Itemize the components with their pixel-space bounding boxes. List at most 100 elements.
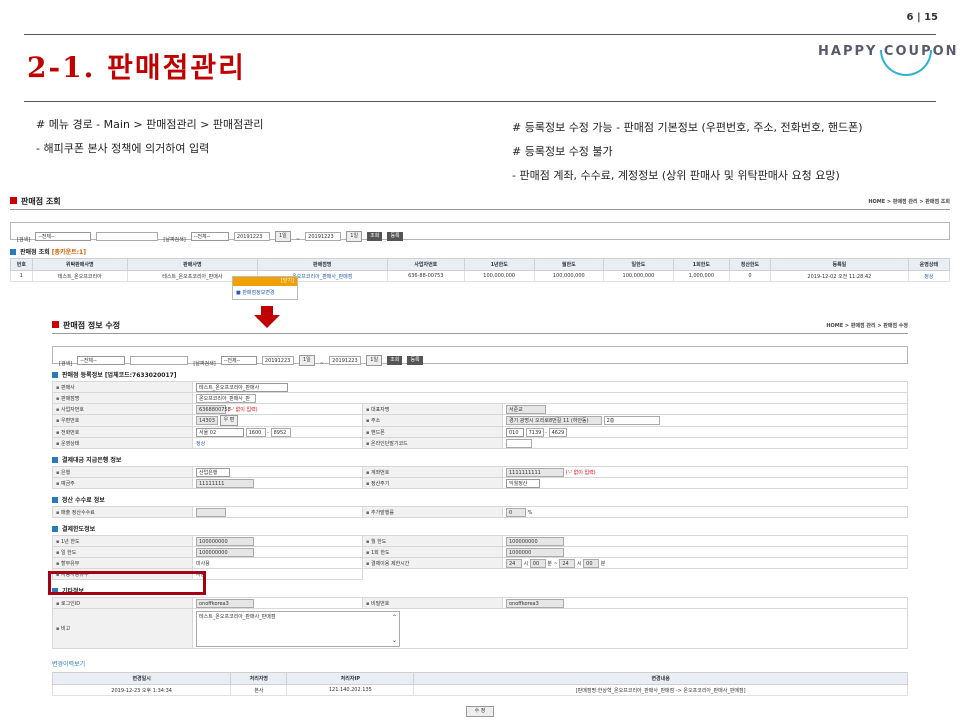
popup-close[interactable]: [닫기] [233, 277, 297, 286]
fee-input [196, 507, 226, 517]
history-column-header: 처리자IP [286, 672, 415, 685]
date-to-input[interactable]: 20191223 [329, 356, 362, 365]
history-cell: [판매점명:한상혁_온오프코리아_판매사_판매점 -> 온오프코리아_판매사_판… [413, 684, 908, 696]
fee-label: 매출 정산수수료 [52, 506, 193, 518]
popup-item-label: 판매점정보변경 [242, 290, 275, 296]
store-name-label: 판매점명 [52, 392, 193, 404]
percent-sign: % [527, 509, 533, 516]
seller-select[interactable]: 테스트_온오프코리아_판매사 [196, 382, 288, 392]
time-unit-1: 시 [523, 560, 529, 567]
cycle-select[interactable]: 익월정산 [506, 478, 540, 488]
popup-menu-item[interactable]: ■ 판매점정보변경 [233, 286, 297, 299]
date-select[interactable]: --전체-- [220, 356, 257, 365]
biz-no-note: ('-' 없이 입력) [227, 406, 258, 413]
mobile-prefix-select[interactable]: 010 [506, 427, 524, 437]
history-link[interactable]: 변경이력보기 [52, 659, 908, 668]
register-button[interactable]: 등록 [407, 356, 423, 365]
save-button[interactable]: 수 정 [465, 706, 495, 717]
square-icon [10, 248, 16, 255]
column-header: 운영상태 [907, 258, 951, 271]
memo-text: 테스트_온오프코리아_판매사_판매점 [199, 613, 276, 620]
biz-no-label: 사업자번호 [52, 403, 193, 415]
table-cell: 테스트_온오프코리아 [31, 270, 128, 282]
square-icon [52, 321, 59, 328]
login-id-label: 로그인ID [52, 597, 193, 609]
mobile-end-input[interactable]: 4629 [548, 427, 567, 437]
day-limit-label: 일 한도 [52, 546, 193, 558]
zip-search-button[interactable]: 우 편 [219, 415, 239, 426]
installment-label: 할부유무 [52, 557, 193, 569]
scroll-down-icon[interactable]: ⌄ [392, 637, 397, 644]
column-header: 판매사명 [126, 258, 258, 271]
column-header: 사업자번호 [386, 258, 465, 271]
date-from-input[interactable]: 20191223 [261, 356, 294, 365]
tel-area-select[interactable]: 서울 02 [196, 427, 244, 437]
day-button[interactable]: 1일 [298, 355, 315, 366]
list-header: 판매점 조회 HOME > 판매점 관리 > 판매점 조회 [10, 196, 950, 210]
tel-mid-input[interactable]: 1600 [245, 427, 266, 437]
holder-label: 예금주 [52, 477, 193, 489]
search-input[interactable] [96, 232, 159, 241]
column-header: 1회한도 [672, 258, 730, 271]
edit-title: 판매점 정보 수정 [52, 320, 120, 331]
store-name-input[interactable]: 온오프코리아_판매사_판 [196, 393, 256, 403]
account-note: ('-' 없이 입력) [565, 469, 596, 476]
bank-title-text: 결제대금 지급은행 정보 [62, 457, 122, 464]
scroll-up-icon[interactable]: ⌃ [392, 614, 397, 621]
search-label: [검색] [17, 237, 31, 243]
search-input[interactable] [130, 356, 189, 365]
list-title: 판매점 조회 [10, 196, 61, 207]
search-button[interactable]: 조회 [387, 356, 403, 365]
bank-select[interactable]: 산업은행 [196, 467, 230, 477]
search-button[interactable]: 조회 [367, 232, 383, 241]
address-detail-input[interactable]: 2층 [603, 416, 660, 425]
address-input: 경기 광명시 오리로8번길 11 (하안동) [506, 416, 602, 425]
account-label: 계좌번호 [362, 466, 503, 478]
context-popup: [닫기] ■ 판매점정보변경 [232, 276, 298, 300]
tel-end-input[interactable]: 8952 [270, 427, 291, 437]
date-from-input[interactable]: 20191223 [233, 232, 270, 241]
column-header: 위탁판매사명 [31, 258, 128, 271]
search-select[interactable]: --전체-- [77, 356, 126, 365]
column-header: 월한도 [533, 258, 605, 271]
memo-textarea[interactable]: 테스트_온오프코리아_판매사_판매점 ⌃ ⌄ [196, 610, 400, 647]
reg-section-title: 판매점 등록정보 [업체코드:7633020017] [52, 370, 908, 379]
year-limit-label: 1년 한도 [52, 535, 193, 547]
list-title-text: 판매점 조회 [21, 197, 61, 206]
time-limit-label: 결제이용 제한시간 [362, 557, 503, 569]
once-limit-input: 1000000 [506, 547, 564, 557]
etc-form-table: 로그인IDonoffkorea3비밀번호onoffkorea3 비고테스트_온오… [52, 597, 908, 649]
memo-label: 비고 [52, 608, 193, 649]
month-limit-label: 월 한도 [362, 535, 503, 547]
happy-coupon-logo: HAPPY COUPON [818, 44, 959, 76]
column-header: 등록일 [770, 258, 909, 271]
logo-smile-icon [880, 50, 932, 76]
reg-form-table: 판매사테스트_온오프코리아_판매사 판매점명온오프코리아_판매사_판 사업자번호… [52, 381, 908, 449]
table-cell: 0 [728, 270, 772, 282]
table-cell: 100,000,000 [603, 270, 674, 282]
list-screen: 판매점 조회 HOME > 판매점 관리 > 판매점 조회 [검색] --전체-… [10, 196, 951, 282]
biz-no-input: 6368800753 [196, 404, 231, 414]
date-select[interactable]: --전체-- [190, 232, 229, 241]
online-code-input[interactable] [506, 438, 532, 448]
store-list-table: 번호 위탁판매사명 판매사명 판매점명 사업자번호 1년한도 월한도 일한도 1회한도 정산한도 등… [10, 258, 951, 282]
date-search-label: [날짜검색] [163, 237, 186, 243]
mobile-mid-input[interactable]: 7139 [525, 427, 544, 437]
day-button[interactable]: 1일 [274, 231, 291, 242]
note-right-1: # 등록정보 수정 가능 - 판매점 기본정보 (우편번호, 주소, 전화번호,… [512, 121, 863, 134]
password-label: 비밀번호 [362, 597, 503, 609]
history-column-header: 변경일시 [51, 672, 232, 685]
register-button[interactable]: 등록 [387, 232, 403, 241]
limit-title-text: 결제한도정보 [62, 526, 96, 533]
day-button-2[interactable]: 1일 [346, 231, 363, 242]
day-button-2[interactable]: 1일 [366, 355, 383, 366]
date-to-input[interactable]: 20191223 [305, 232, 342, 241]
search-select[interactable]: --전체-- [35, 232, 92, 241]
square-icon [52, 525, 58, 532]
table-cell: 100,000,000 [533, 270, 605, 282]
table-row: 1 테스트_온오프코리아 테스트_온오프코리아_판매사 온오프코리아_판매사_판매점 6… [10, 270, 951, 282]
account-input: 1111111111 [506, 467, 564, 477]
column-header: 일한도 [603, 258, 674, 271]
edit-breadcrumb: HOME > 판매점 관리 > 판매점 수정 [826, 323, 908, 329]
top-divider [24, 34, 936, 35]
